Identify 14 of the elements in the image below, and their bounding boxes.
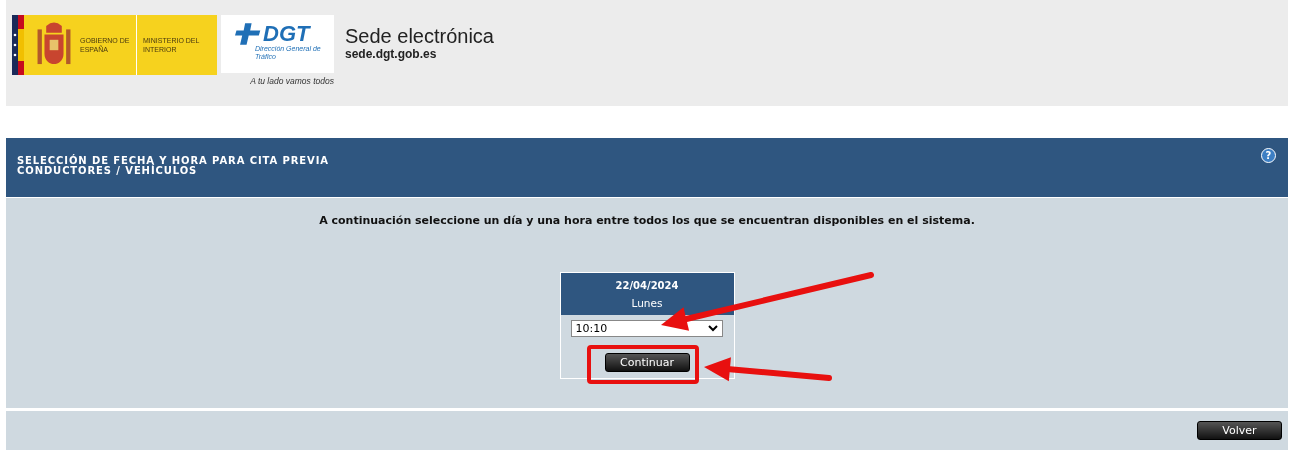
site-title: Sede electrónica [345, 25, 494, 47]
slogan-text: A tu lado vamos todos [250, 76, 334, 86]
logo-text: DGT [263, 23, 310, 45]
site-url: sede.dgt.gob.es [345, 47, 438, 61]
weekday-text: Lunes [630, 297, 664, 309]
cross-icon [235, 23, 261, 45]
continue-button[interactable]: Continuar [604, 353, 690, 372]
chevron-down-icon [707, 325, 718, 332]
time-select[interactable]: 10:10 [570, 320, 723, 337]
instruction-text: A continuación seleccione un día y una hora entre todos los que se encuentran disponibles en el sistema. [319, 214, 975, 227]
date-text: 22/04/2024 [614, 279, 680, 291]
back-button[interactable]: Volver [1197, 421, 1282, 440]
flag-stripe-icon [12, 15, 24, 75]
help-icon[interactable]: ? [1261, 148, 1276, 163]
